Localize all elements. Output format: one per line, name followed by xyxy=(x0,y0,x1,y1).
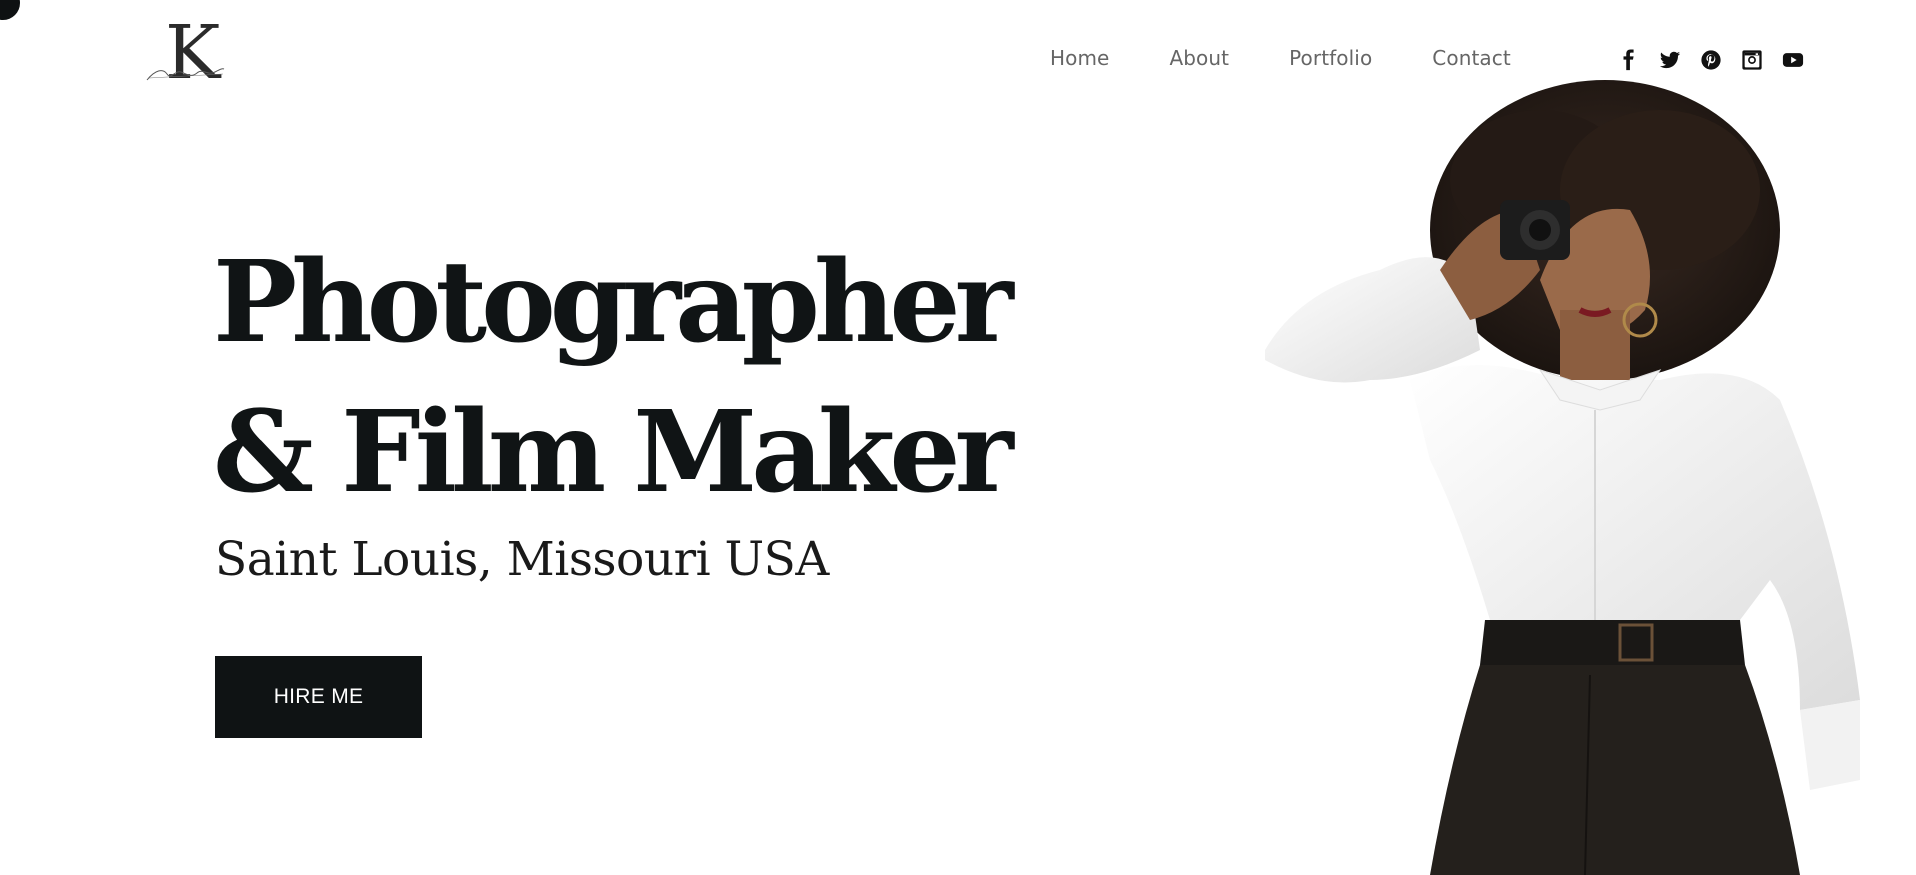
logo-signature xyxy=(146,68,225,81)
hero-title: Photographer & Film Maker xyxy=(213,228,1014,528)
nav-about[interactable]: About xyxy=(1169,46,1229,70)
hire-me-button[interactable]: HIRE ME xyxy=(215,656,422,738)
hero-title-line-2: & Film Maker xyxy=(213,387,1014,518)
hero-title-line-1: Photographer xyxy=(213,237,1014,368)
hero-location: Saint Louis, Missouri USA xyxy=(215,532,829,587)
corner-dot xyxy=(0,0,20,20)
nav-home[interactable]: Home xyxy=(1050,46,1109,70)
hero-photo-photographer xyxy=(1265,80,1860,875)
logo[interactable]: K xyxy=(145,16,240,92)
